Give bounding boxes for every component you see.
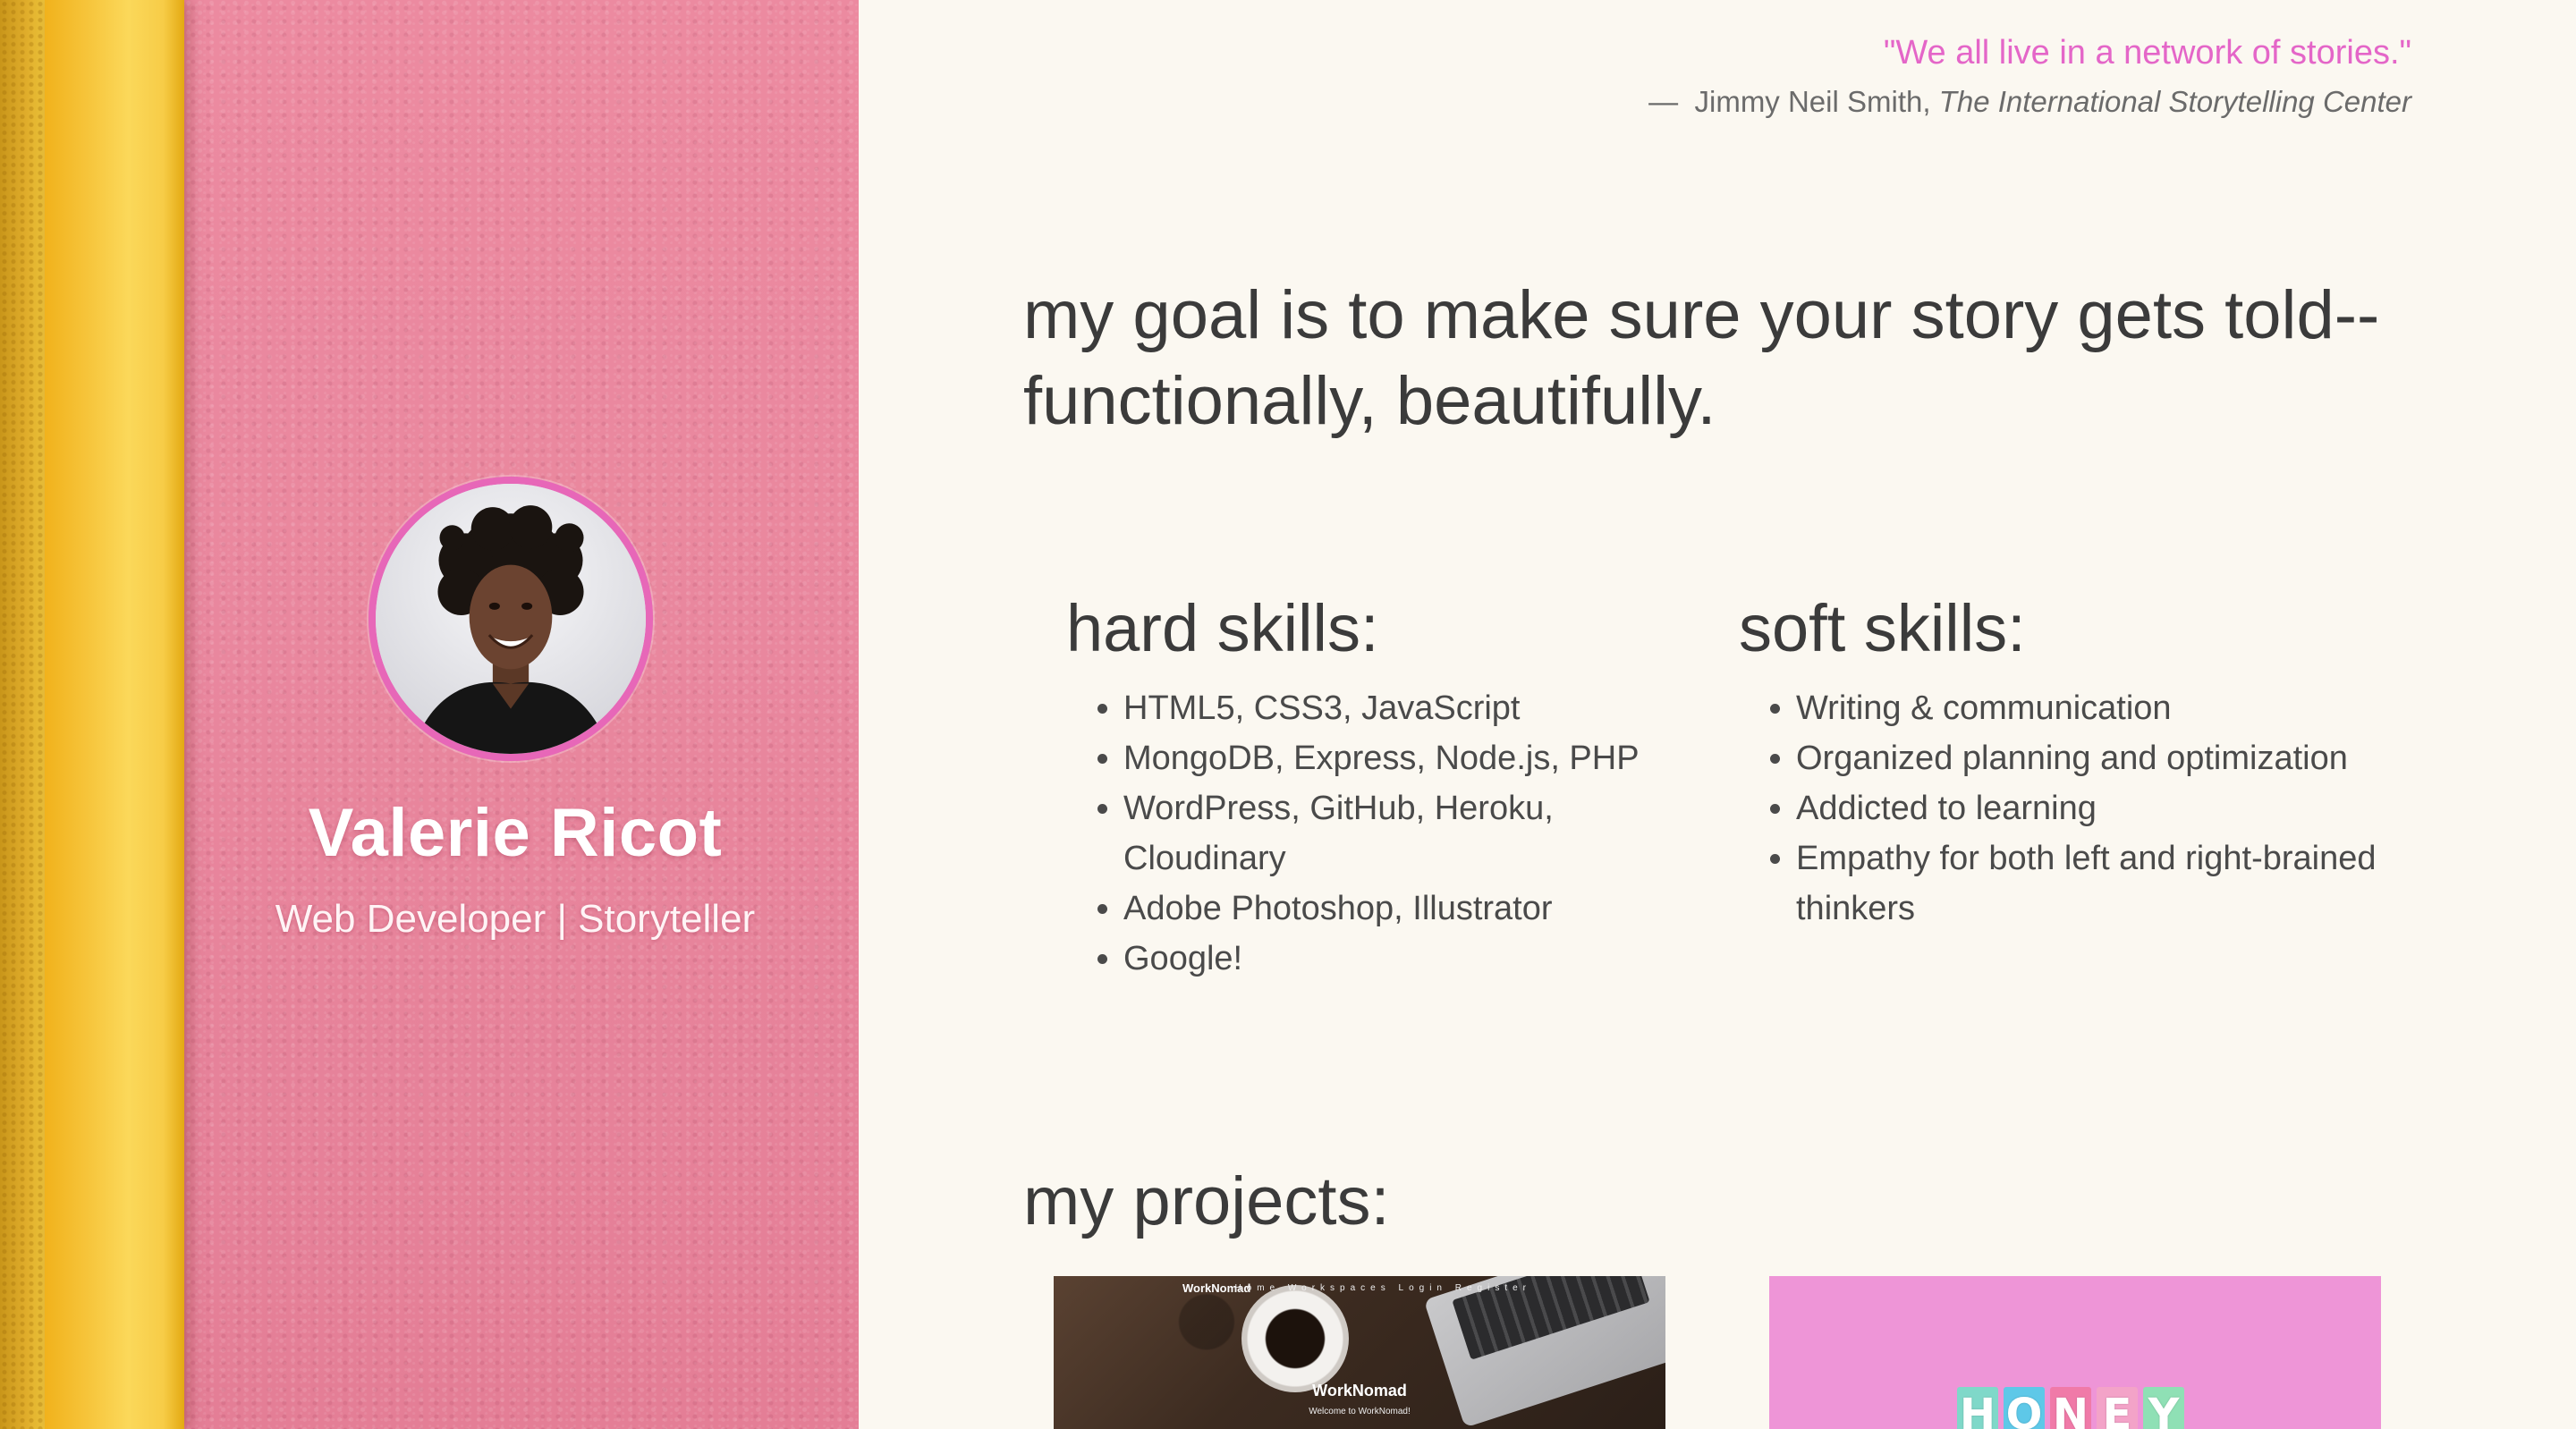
attribution-author: Jimmy Neil Smith, — [1694, 85, 1931, 118]
honey-letter: H — [1957, 1387, 1998, 1429]
list-item: Organized planning and optimization — [1796, 733, 2440, 783]
soft-skills-list: Writing & communication Organized planni… — [1739, 683, 2440, 934]
coffee-cup-image — [1241, 1285, 1349, 1392]
list-item: Google! — [1123, 934, 1696, 984]
wall-edge — [0, 0, 45, 1429]
list-item: MongoDB, Express, Node.js, PHP — [1123, 733, 1696, 783]
yellow-pole — [45, 0, 184, 1429]
honey-letter: N — [2050, 1387, 2091, 1429]
list-item: Addicted to learning — [1796, 783, 2440, 833]
honey-letter: Y — [2143, 1387, 2184, 1429]
quote-attribution: — Jimmy Neil Smith, The International St… — [1648, 85, 2411, 119]
avatar-portrait — [376, 484, 646, 754]
attribution-dash: — — [1648, 85, 1679, 118]
profile-subtitle: Web Developer | Storyteller — [275, 897, 756, 941]
list-item: WordPress, GitHub, Heroku, Cloudinary — [1123, 783, 1696, 884]
project-card-honey[interactable]: H O N E Y — [1769, 1276, 2381, 1429]
hard-skills-title: hard skills: — [1066, 591, 1379, 665]
project-topbar — [1778, 1281, 2372, 1289]
hero-panel: Valerie Ricot Web Developer | Storytelle… — [0, 0, 859, 1429]
quote-text: "We all live in a network of stories." — [1883, 34, 2411, 72]
honey-letter: O — [2004, 1387, 2045, 1429]
project-card-worknomad[interactable]: WorkNomad Home Workspaces Login Register… — [1054, 1276, 1665, 1429]
honey-logo: H O N E Y — [1957, 1387, 2184, 1429]
portfolio-page: Valerie Ricot Web Developer | Storytelle… — [0, 0, 2576, 1429]
project-hero-subtitle: Welcome to WorkNomad! — [1309, 1407, 1411, 1416]
project-nav: Home Workspaces Login Register — [1234, 1283, 1531, 1293]
laptop-image — [1423, 1276, 1665, 1428]
projects-title: my projects: — [1023, 1163, 1390, 1239]
profile-name: Valerie Ricot — [308, 795, 723, 871]
avatar — [369, 477, 653, 761]
list-item: Adobe Photoshop, Illustrator — [1123, 884, 1696, 934]
honey-letter: E — [2097, 1387, 2138, 1429]
project-hero-title: WorkNomad — [1312, 1382, 1407, 1399]
attribution-work: The International Storytelling Center — [1938, 85, 2411, 118]
hard-skills-list: HTML5, CSS3, JavaScript MongoDB, Express… — [1066, 683, 1696, 984]
list-item: Writing & communication — [1796, 683, 2440, 733]
list-item: Empathy for both left and right-brained … — [1796, 833, 2440, 934]
goal-statement: my goal is to make sure your story gets … — [1023, 277, 2380, 439]
soft-skills-title: soft skills: — [1739, 591, 2026, 665]
list-item: HTML5, CSS3, JavaScript — [1123, 683, 1696, 733]
